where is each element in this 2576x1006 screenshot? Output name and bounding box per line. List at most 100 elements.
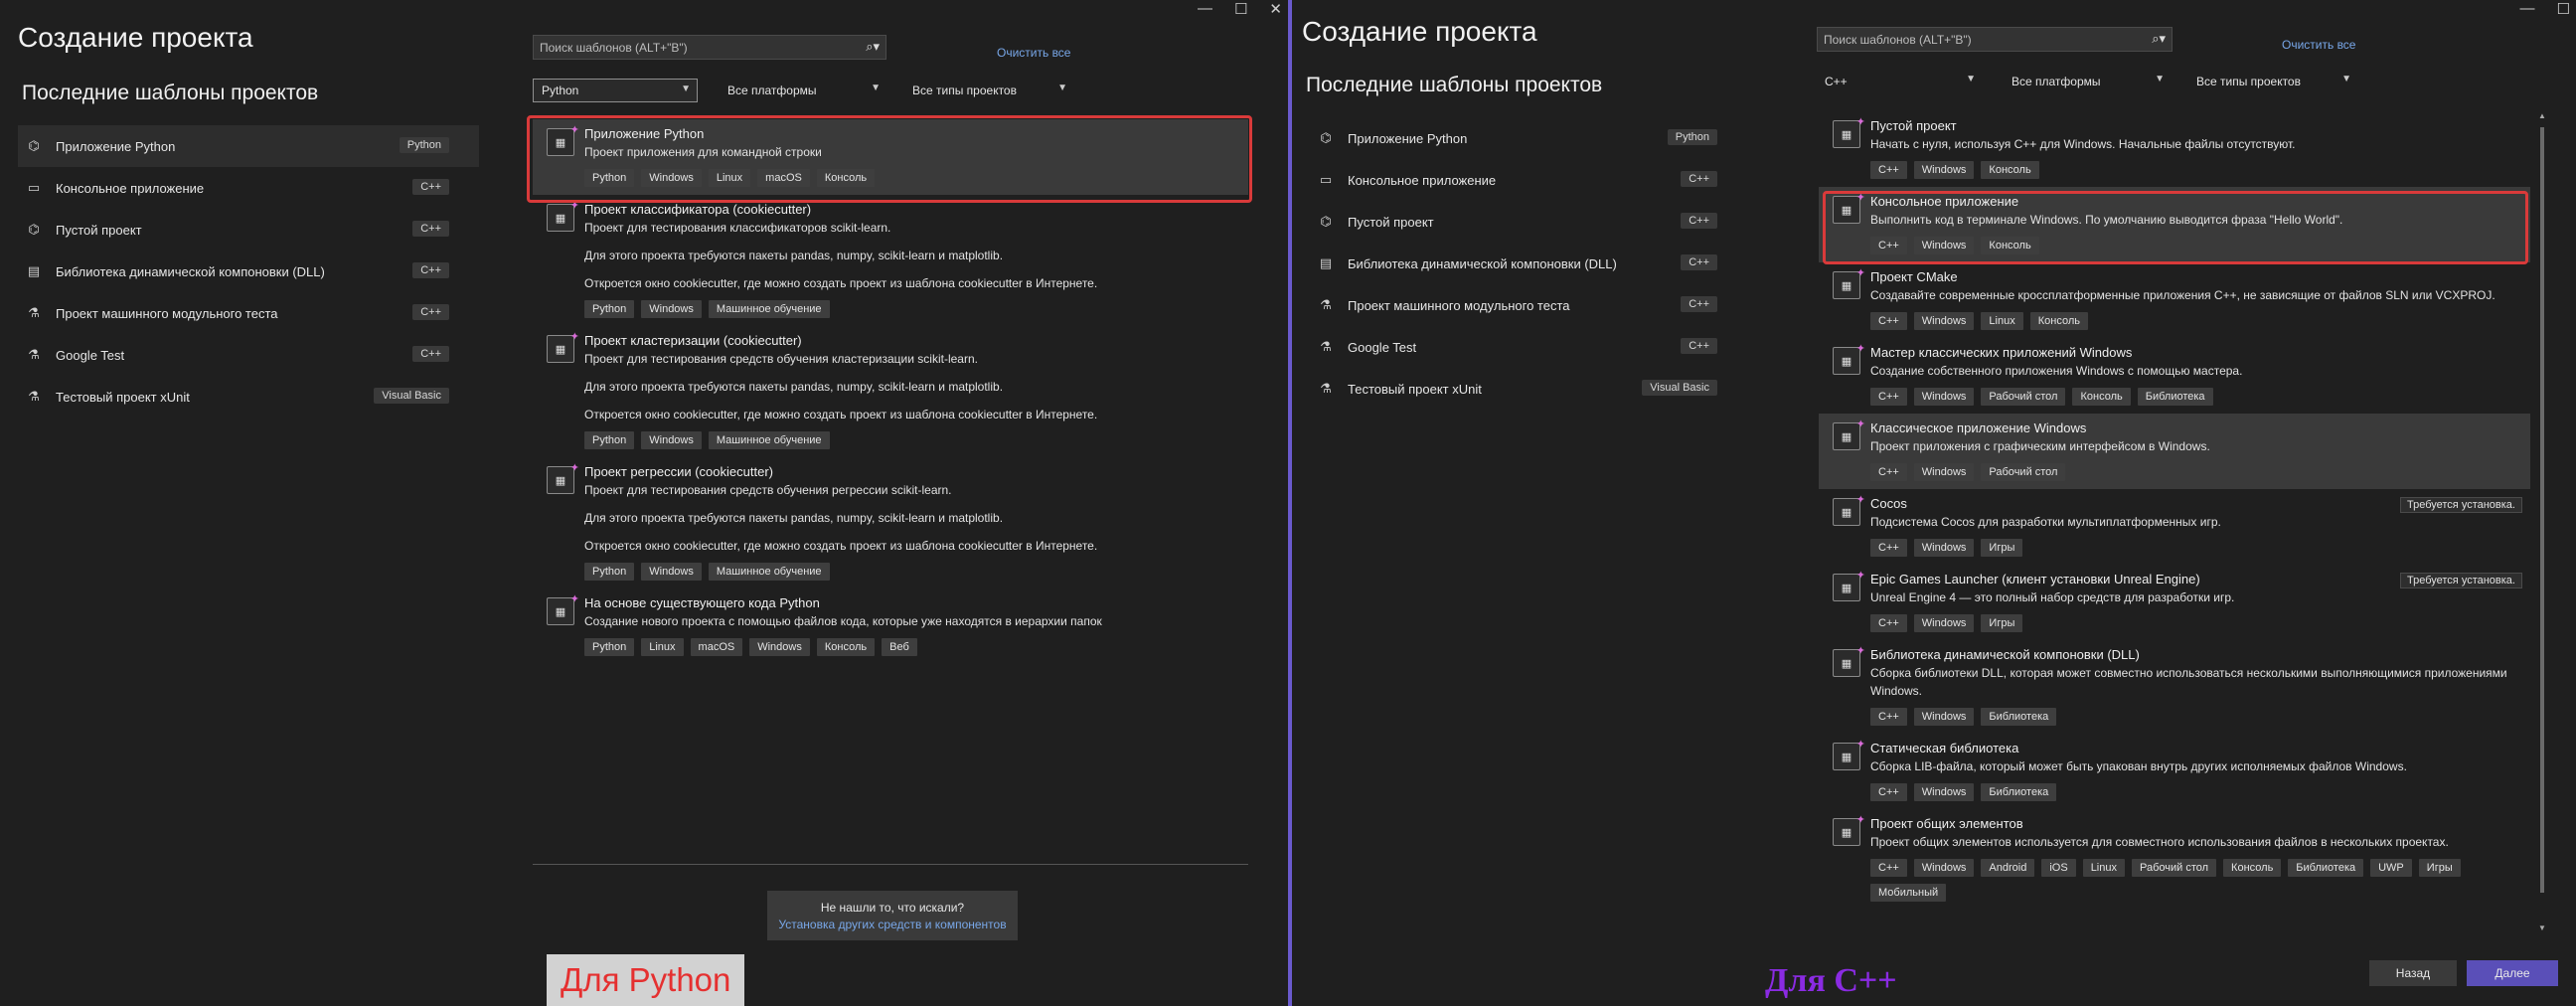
template-item[interactable]: ▦ ✦ Мастер классических приложений Windows…	[1819, 338, 2530, 414]
recent-item[interactable]: ⌬ Приложение Python Python	[1310, 117, 1747, 159]
language-dropdown[interactable]: C++ ▼	[1817, 70, 1982, 93]
recent-item-label: Тестовый проект xUnit	[56, 389, 190, 405]
recent-item[interactable]: ⚗ Google Test C++	[1310, 326, 1747, 368]
template-item[interactable]: ▦ ✦ Cocos Подсистема Cocos для разработки м…	[1819, 489, 2530, 565]
search-input[interactable]: Поиск шаблонов (ALT+"В") ⌕▾	[1817, 27, 2173, 52]
sparkle-icon: ✦	[1855, 267, 1865, 279]
install-tools-link[interactable]: Установка других средств и компонентов	[767, 918, 1018, 931]
template-item[interactable]: ▦ ✦ Проект классификатора (cookiecutter) Пр…	[533, 195, 1248, 326]
scrollbar[interactable]: ▲ ▼	[2538, 111, 2546, 932]
recent-item[interactable]: ⚗ Google Test C++	[18, 334, 479, 376]
minimize-icon[interactable]: —	[2520, 0, 2535, 18]
language-badge: C++	[1681, 171, 1717, 187]
recent-item[interactable]: ⌬ Приложение Python Python	[18, 125, 479, 167]
template-description: Сборка LIB-файла, который может быть упа…	[1870, 759, 2407, 773]
tag: Игры	[2418, 859, 2461, 877]
template-tags: C++ Windows Игры	[1870, 539, 2520, 557]
maximize-icon[interactable]: ☐	[2557, 0, 2570, 18]
recent-item[interactable]: ▭ Консольное приложение C++	[18, 167, 479, 209]
recent-item[interactable]: ⚗ Тестовый проект xUnit Visual Basic	[18, 376, 479, 418]
python-dialog-panel: — ☐ ✕ Создание проекта Последние шаблоны…	[0, 0, 1288, 1006]
recent-item[interactable]: ▤ Библиотека динамической компоновки (DLL…	[18, 251, 479, 292]
dll-icon: ▤	[1319, 255, 1333, 270]
template-item[interactable]: ▦ ✦ Библиотека динамической компоновки (DL…	[1819, 640, 2530, 734]
scroll-up-icon[interactable]: ▲	[2538, 111, 2546, 120]
page-title: Создание проекта	[18, 22, 253, 53]
template-item[interactable]: ▦ ✦ Проект кластеризации (cookiecutter) Про…	[533, 326, 1248, 457]
tag: C++	[1870, 614, 1907, 632]
recent-item-label: Библиотека динамической компоновки (DLL)	[56, 263, 325, 279]
language-badge: C++	[412, 262, 449, 278]
language-badge: C++	[1681, 254, 1717, 270]
language-dropdown[interactable]: Python ▼	[533, 79, 698, 102]
template-tags: C++ Windows Android iOS Linux Рабочий стол Кон…	[1870, 859, 2520, 902]
template-description: Начать с нуля, используя C++ для Windows…	[1870, 137, 2296, 151]
template-item[interactable]: ▦ ✦ На основе существующего кода Python Соз…	[533, 588, 1248, 664]
tag: Рабочий стол	[2131, 859, 2217, 877]
close-icon[interactable]: ✕	[1269, 0, 1282, 18]
scrollbar-thumb[interactable]	[2540, 127, 2544, 893]
recent-item[interactable]: ▤ Библиотека динамической компоновки (DLL…	[1310, 243, 1747, 284]
recent-item[interactable]: ⚗ Тестовый проект xUnit Visual Basic	[1310, 368, 1747, 410]
template-title: Проект классификатора (cookiecutter)	[584, 202, 812, 217]
template-description: Создание собственного приложения Windows…	[1870, 364, 2243, 378]
recent-item-label: Библиотека динамической компоновки (DLL)	[1348, 255, 1617, 271]
clear-all-link[interactable]: Очистить все	[997, 46, 1070, 60]
minimize-icon[interactable]: —	[1198, 0, 1212, 18]
template-title: Проект CMake	[1870, 269, 1958, 284]
tag: Windows	[1913, 312, 1975, 330]
window-controls: — ☐ ✕	[1198, 0, 1282, 18]
tag: Рабочий стол	[1981, 463, 2066, 481]
template-item[interactable]: ▦ ✦ Пустой проект Начать с нуля, используя …	[1819, 111, 2530, 187]
template-item[interactable]: ▦ ✦ Классическое приложение Windows Проект …	[1819, 414, 2530, 489]
recent-item[interactable]: ⚗ Проект машинного модульного теста C++	[1310, 284, 1747, 326]
clear-all-link[interactable]: Очистить все	[2282, 38, 2355, 52]
search-placeholder: Поиск шаблонов (ALT+"В")	[1824, 32, 1972, 47]
recent-item-label: Проект машинного модульного теста	[56, 305, 278, 321]
tag: Машинное обучение	[708, 431, 830, 449]
tag: UWP	[2370, 859, 2412, 877]
recent-item[interactable]: ⌬ Пустой проект C++	[18, 209, 479, 251]
maximize-icon[interactable]: ☐	[1234, 0, 1247, 18]
platform-dropdown[interactable]: Все платформы ▼	[2004, 70, 2171, 93]
back-button[interactable]: Назад	[2369, 960, 2457, 986]
recent-item[interactable]: ⚗ Проект машинного модульного теста C++	[18, 292, 479, 334]
template-description: Подсистема Cocos для разработки мультипл…	[1870, 515, 2221, 529]
template-item[interactable]: ▦ ✦ Проект общих элементов Проект общих эле…	[1819, 809, 2530, 910]
tag: Консоль	[1981, 161, 2039, 179]
template-icon: ▦ ✦	[547, 593, 579, 625]
template-title: На основе существующего кода Python	[584, 595, 820, 610]
tag: Windows	[1913, 539, 1975, 557]
tag: Windows	[641, 300, 702, 318]
sparkle-icon: ✦	[569, 331, 579, 343]
tag: C++	[1870, 859, 1907, 877]
chevron-down-icon: ▼	[871, 83, 881, 93]
template-title: Проект кластеризации (cookiecutter)	[584, 333, 802, 348]
template-icon: ▦ ✦	[1833, 494, 1865, 526]
scroll-down-icon[interactable]: ▼	[2538, 923, 2546, 932]
next-button[interactable]: Далее	[2467, 960, 2558, 986]
template-icon: ▦ ✦	[1833, 739, 1865, 770]
recent-item-label: Приложение Python	[56, 138, 176, 154]
search-input[interactable]: Поиск шаблонов (ALT+"В") ⌕▾	[533, 35, 886, 60]
template-item[interactable]: ▦ ✦ Проект регрессии (cookiecutter) Проект …	[533, 457, 1248, 588]
language-badge: C++	[412, 221, 449, 237]
type-value: Все типы проектов	[2196, 75, 2301, 88]
template-item[interactable]: ▦ ✦ Проект CMake Создавайте современные кро…	[1819, 262, 2530, 338]
platform-dropdown[interactable]: Все платформы ▼	[720, 79, 886, 102]
template-item[interactable]: ▦ ✦ Epic Games Launcher (клиент установки …	[1819, 565, 2530, 640]
search-icon: ⌕▾	[866, 39, 880, 54]
recent-item[interactable]: ▭ Консольное приложение C++	[1310, 159, 1747, 201]
recent-item-label: Консольное приложение	[56, 180, 205, 196]
project-type-dropdown[interactable]: Все типы проектов ▼	[904, 79, 1073, 102]
tag: Консоль	[2072, 388, 2131, 406]
recent-item-label: Приложение Python	[1348, 130, 1468, 146]
template-icon: ▦ ✦	[1833, 419, 1865, 450]
type-value: Все типы проектов	[912, 84, 1017, 97]
template-tags: C++ Windows Игры	[1870, 614, 2520, 632]
console-icon: ▭	[27, 180, 41, 195]
project-type-dropdown[interactable]: Все типы проектов ▼	[2188, 70, 2357, 93]
empty-project-icon: ⌬	[1320, 214, 1332, 229]
recent-item[interactable]: ⌬ Пустой проект C++	[1310, 201, 1747, 243]
template-item[interactable]: ▦ ✦ Статическая библиотека Сборка LIB-файла…	[1819, 734, 2530, 809]
